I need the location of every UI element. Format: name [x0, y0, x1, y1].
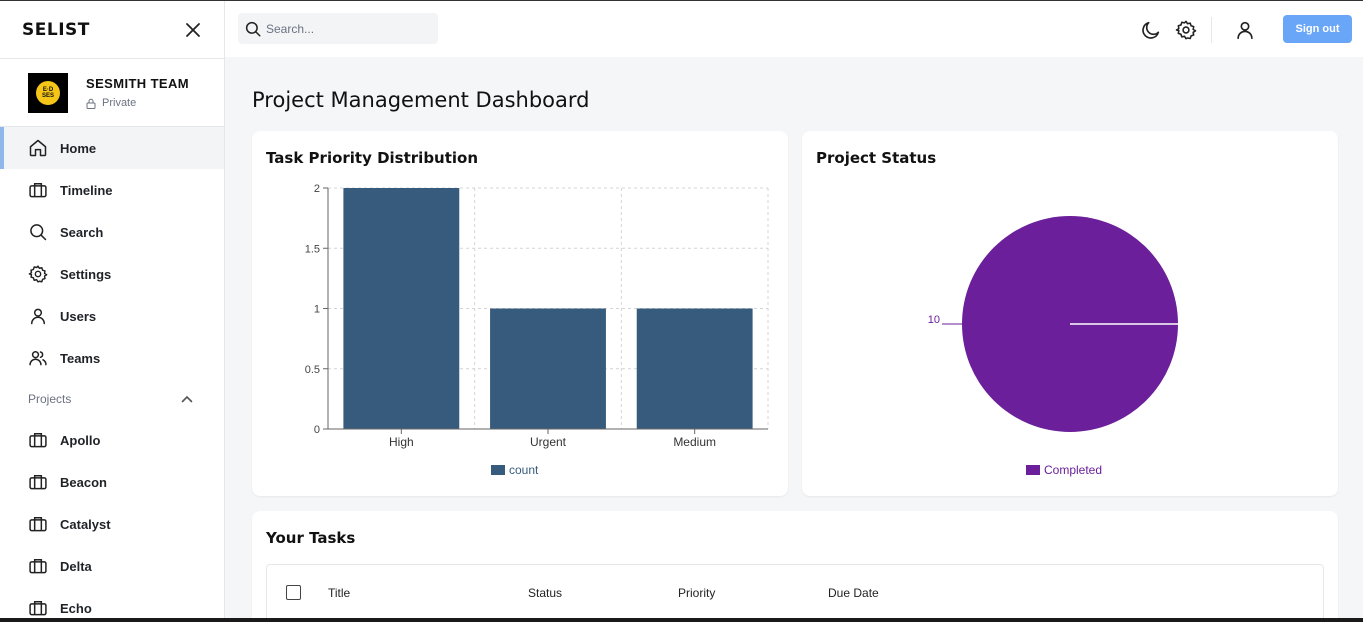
tasks-card: Your Tasks Title Status Priority Due Dat…	[252, 511, 1338, 622]
team-name: SESMITH TEAM	[86, 76, 190, 91]
sidebar-item-label: Teams	[60, 350, 101, 366]
user-icon	[31, 308, 45, 325]
legend-label: Completed	[1044, 463, 1103, 477]
close-icon[interactable]	[184, 21, 202, 39]
moon-icon[interactable]	[1140, 19, 1162, 41]
sidebar-item-search[interactable]: Search	[0, 211, 224, 253]
gear-icon	[28, 265, 48, 283]
y-tick-label: 2	[314, 183, 320, 195]
sidebar-item-timeline[interactable]: Timeline	[0, 169, 224, 211]
project-list: Apollo Beacon Catalyst Delta Echo	[0, 419, 224, 622]
column-header-priority[interactable]: Priority	[678, 586, 715, 600]
column-header-title[interactable]: Title	[328, 586, 350, 600]
y-tick-label: 1.5	[305, 243, 320, 255]
briefcase-icon	[29, 517, 47, 532]
sidebar-item-home[interactable]: Home	[0, 127, 224, 169]
column-header-due-date[interactable]: Due Date	[828, 586, 879, 600]
briefcase-icon	[29, 433, 47, 448]
team-visibility: Private	[86, 97, 189, 109]
window-bottom-bar	[0, 618, 1363, 622]
y-tick-label: 1	[314, 304, 320, 316]
team-switcher[interactable]: E·D SES SESMITH TEAM Private	[0, 58, 224, 127]
pie-data-label: 10	[928, 314, 940, 326]
column-header-status[interactable]: Status	[528, 586, 562, 600]
x-tick-label: Urgent	[530, 435, 567, 449]
status-pie-chart: 10	[928, 216, 1178, 432]
sidebar-item-label: Timeline	[60, 182, 113, 198]
team-info: SESMITH TEAM Private	[86, 76, 189, 109]
gear-icon[interactable]	[1175, 19, 1197, 41]
priority-chart-legend: count	[491, 463, 538, 477]
priority-bar-chart: 0 0.5 1 1.5 2 High Urgent Medium	[305, 183, 769, 449]
app-name: SELIST	[22, 19, 90, 40]
x-tick-label: High	[389, 435, 414, 449]
projects-section-toggle[interactable]: Projects	[0, 379, 224, 419]
topbar-divider	[1211, 17, 1212, 43]
sidebar-item-teams[interactable]: Teams	[0, 337, 224, 379]
project-label: Apollo	[60, 432, 101, 448]
projects-section-label: Projects	[28, 392, 72, 406]
page-title: Project Management Dashboard	[252, 88, 590, 112]
legend-swatch	[1026, 465, 1040, 475]
bar-medium	[636, 308, 753, 429]
briefcase-icon	[29, 559, 47, 574]
sidebar-project-apollo[interactable]: Apollo	[0, 419, 224, 461]
sidebar-project-delta[interactable]: Delta	[0, 545, 224, 587]
legend-label: count	[509, 463, 539, 477]
search-input[interactable]	[266, 21, 431, 36]
sidebar-project-beacon[interactable]: Beacon	[0, 461, 224, 503]
status-chart-card: Project Status 10 Completed	[802, 131, 1338, 496]
tasks-table: Title Status Priority Due Date	[266, 564, 1324, 622]
team-logo: E·D SES	[28, 72, 68, 113]
search-icon	[245, 21, 261, 36]
status-chart-legend: Completed	[1026, 463, 1102, 477]
sidebar-item-users[interactable]: Users	[0, 295, 224, 337]
y-tick-label: 0	[314, 424, 320, 436]
search-icon	[30, 224, 47, 241]
project-label: Delta	[60, 558, 92, 574]
sidebar-item-label: Settings	[60, 266, 112, 282]
users-icon	[29, 351, 47, 366]
sidebar-item-label: Home	[60, 140, 97, 156]
chevron-up-icon	[181, 395, 193, 403]
x-tick-label: Medium	[673, 435, 716, 449]
home-icon	[29, 139, 47, 157]
sidebar-header: SELIST	[0, 1, 224, 58]
tasks-title: Your Tasks	[266, 529, 356, 547]
project-label: Catalyst	[60, 516, 111, 532]
briefcase-icon	[29, 475, 47, 490]
sidebar-item-settings[interactable]: Settings	[0, 253, 224, 295]
sidebar-project-catalyst[interactable]: Catalyst	[0, 503, 224, 545]
lock-icon	[86, 98, 96, 109]
search-box[interactable]	[238, 13, 438, 44]
briefcase-icon	[29, 601, 47, 616]
briefcase-icon	[29, 183, 47, 198]
team-visibility-label: Private	[102, 97, 137, 109]
sidebar-project-echo[interactable]: Echo	[0, 587, 224, 622]
sign-out-button[interactable]: Sign out	[1283, 15, 1352, 43]
legend-swatch	[491, 465, 505, 475]
bar-urgent	[490, 308, 606, 429]
top-bar: Sign out	[225, 1, 1363, 57]
priority-chart-card: Task Priority Distribution 0 0.5 1 1.5 2 High…	[252, 131, 788, 496]
project-label: Beacon	[60, 474, 107, 490]
team-logo-badge: E·D SES	[36, 80, 60, 105]
bar-high	[343, 188, 460, 429]
sidebar: SELIST E·D SES SESMITH TEAM Private Home…	[0, 1, 225, 622]
sidebar-item-label: Users	[60, 308, 97, 324]
y-tick-label: 0.5	[305, 364, 320, 376]
sidebar-nav: Home Timeline Search Settings Users Team…	[0, 127, 224, 379]
project-label: Echo	[60, 600, 92, 616]
select-all-checkbox[interactable]	[286, 585, 301, 600]
user-icon[interactable]	[1234, 19, 1256, 41]
sidebar-item-label: Search	[60, 224, 104, 240]
